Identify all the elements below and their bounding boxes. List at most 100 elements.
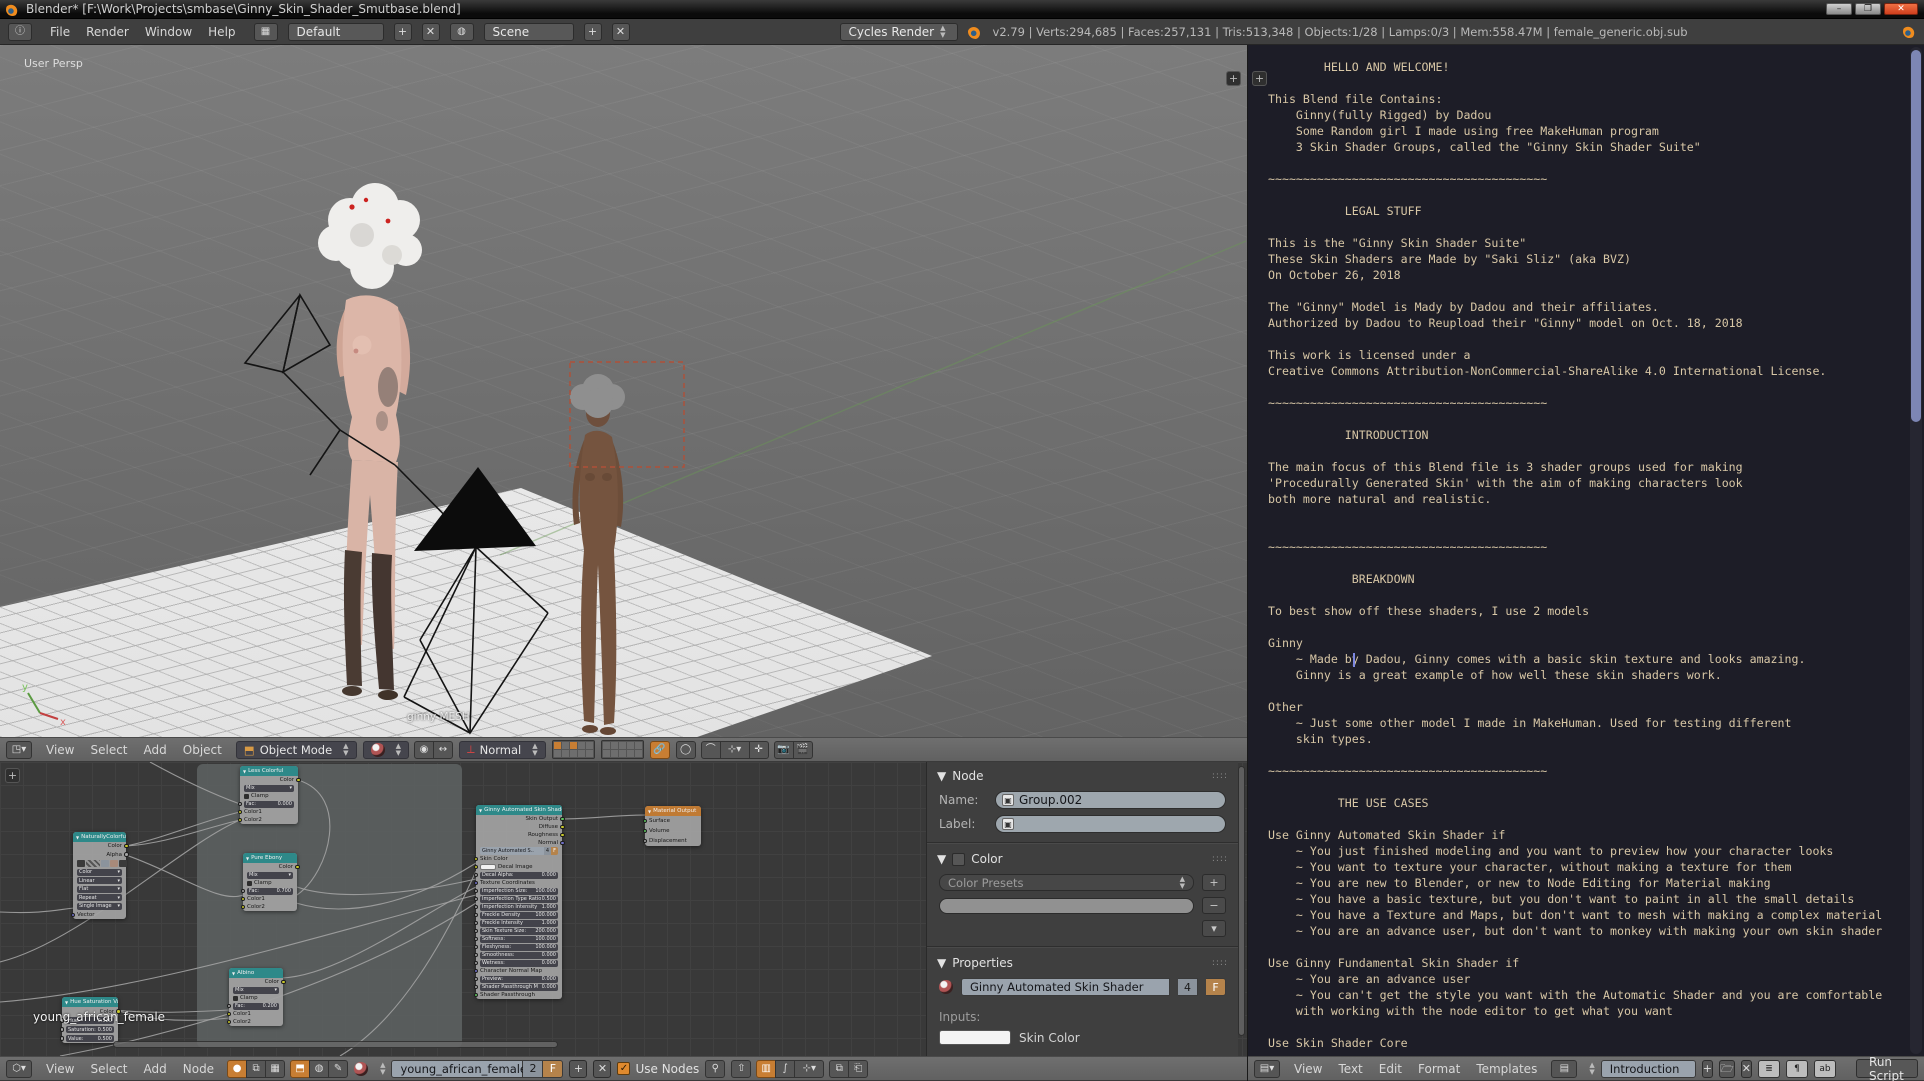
material-selector[interactable]: young_african_female 2 F bbox=[391, 1060, 563, 1078]
in-socket[interactable] bbox=[474, 961, 479, 966]
snap-element-icon[interactable]: ⊹▾ bbox=[720, 741, 750, 759]
color-section-header[interactable]: ▼ Color :::: bbox=[927, 845, 1238, 871]
snap-target-icon[interactable]: ✛ bbox=[749, 741, 769, 759]
in-socket[interactable] bbox=[238, 818, 243, 823]
compositing-nodes-icon[interactable]: ⧉ bbox=[246, 1060, 266, 1078]
proportional-edit-icon[interactable]: ◯ bbox=[676, 741, 696, 759]
info-editor-icon[interactable]: ⓘ bbox=[8, 23, 32, 41]
in-socket[interactable] bbox=[238, 802, 243, 807]
add-material-button[interactable]: + bbox=[569, 1060, 587, 1078]
node-title[interactable]: ▼Hue Saturation Val bbox=[62, 997, 118, 1007]
in-socket[interactable] bbox=[474, 945, 479, 950]
scene-selector[interactable]: Scene bbox=[484, 23, 574, 41]
node-editor-menu-add[interactable]: Add bbox=[136, 1060, 175, 1078]
in-socket[interactable] bbox=[474, 977, 479, 982]
syntax-highlight-toggle[interactable]: ab bbox=[1814, 1060, 1836, 1078]
open-text-button[interactable]: 🗁 bbox=[1719, 1060, 1735, 1078]
in-socket[interactable] bbox=[643, 819, 648, 824]
material-sphere-icon[interactable] bbox=[354, 1062, 368, 1076]
node-dd-single-image[interactable]: Single Image▾ bbox=[73, 902, 126, 911]
node-dd-linear[interactable]: Linear▾ bbox=[73, 876, 126, 885]
topbar-menu-render[interactable]: Render bbox=[78, 23, 137, 41]
in-socket[interactable] bbox=[474, 865, 479, 870]
world-context-icon[interactable]: ◍ bbox=[309, 1060, 329, 1078]
in-socket[interactable] bbox=[227, 1004, 232, 1009]
color-presets-dropdown[interactable]: Color Presets ▲▼ bbox=[939, 874, 1194, 891]
node-slider-fac-[interactable]: Fac:0.700 bbox=[243, 887, 297, 895]
in-socket[interactable] bbox=[474, 993, 479, 998]
viewport-3d[interactable]: y x User Persp ginny MESH + bbox=[0, 45, 1247, 737]
viewport-menu-add[interactable]: Add bbox=[136, 741, 175, 759]
in-socket[interactable] bbox=[474, 897, 479, 902]
in-socket[interactable] bbox=[474, 937, 479, 942]
word-wrap-toggle[interactable]: ¶ bbox=[1786, 1060, 1808, 1078]
node-title[interactable]: ▼Less Colorful bbox=[240, 766, 298, 776]
in-socket[interactable] bbox=[60, 1027, 65, 1032]
in-socket[interactable] bbox=[474, 921, 479, 926]
in-socket[interactable] bbox=[71, 913, 76, 918]
out-socket[interactable] bbox=[124, 852, 129, 857]
in-socket[interactable] bbox=[241, 905, 246, 910]
node-slider-imperfection-type-ratio[interactable]: Imperfection Type Ratio0.500 bbox=[476, 895, 562, 903]
layers-widget-left[interactable] bbox=[552, 740, 595, 759]
in-socket[interactable] bbox=[241, 897, 246, 902]
node-slider-preview-[interactable]: Preview:0.000 bbox=[476, 975, 562, 983]
out-socket[interactable] bbox=[296, 778, 301, 783]
node-chk-clamp[interactable]: Clamp bbox=[243, 879, 297, 887]
close-button[interactable]: ✕ bbox=[1884, 3, 1918, 15]
out-socket[interactable] bbox=[560, 817, 565, 822]
in-socket[interactable] bbox=[474, 985, 479, 990]
line-numbers-toggle[interactable]: ≣ bbox=[1758, 1060, 1780, 1078]
text-editor-menu-edit[interactable]: Edit bbox=[1371, 1060, 1410, 1078]
text-datablock-selector[interactable]: Introduction bbox=[1601, 1060, 1696, 1078]
node-editor-menu-view[interactable]: View bbox=[38, 1060, 82, 1078]
skin-color-swatch[interactable] bbox=[939, 1030, 1011, 1045]
topbar-menu-window[interactable]: Window bbox=[137, 23, 200, 41]
bone-triangle[interactable] bbox=[414, 467, 536, 551]
node-slider-fleshyness-[interactable]: Fleshyness:100.000 bbox=[476, 943, 562, 951]
shading-selector[interactable]: ▲▼ bbox=[363, 741, 409, 759]
node-title[interactable]: ▼NaturallyColorful bbox=[73, 832, 126, 842]
material-fake-user-button[interactable]: F bbox=[543, 1060, 563, 1078]
add-layout-button[interactable]: + bbox=[394, 23, 412, 41]
node-dd-flat[interactable]: Flat▾ bbox=[73, 885, 126, 894]
text-editor[interactable]: HELLO AND WELCOME! This Blend file Conta… bbox=[1247, 45, 1924, 1081]
in-socket[interactable] bbox=[238, 810, 243, 815]
in-socket[interactable] bbox=[643, 839, 648, 844]
copy-nodes-icon[interactable]: ⧉ bbox=[829, 1060, 849, 1078]
properties-section-header[interactable]: ▼ Properties :::: bbox=[927, 949, 1238, 975]
text-editor-menu-templates[interactable]: Templates bbox=[1468, 1060, 1545, 1078]
in-socket[interactable] bbox=[474, 905, 479, 910]
pivot-point-icon[interactable]: ◉ bbox=[414, 741, 434, 759]
node-dd-mix[interactable]: Mix▾ bbox=[243, 871, 297, 879]
pin-icon[interactable]: ⚲ bbox=[705, 1060, 725, 1078]
add-scene-button[interactable]: + bbox=[584, 23, 602, 41]
node-naturally-colorful[interactable]: ▼NaturallyColorfulColorAlphaColor▾Linear… bbox=[73, 832, 126, 919]
layers-widget-right[interactable] bbox=[601, 740, 644, 759]
object-context-icon[interactable]: ⬒ bbox=[290, 1060, 310, 1078]
node-slider-fac-[interactable]: Fac:0.000 bbox=[240, 800, 298, 808]
node-slider-freckle-density[interactable]: Freckle Density100.000 bbox=[476, 911, 562, 919]
node-slider-decal-alpha-[interactable]: Decal Alpha:0.000 bbox=[476, 871, 562, 879]
node-dd-mix[interactable]: Mix▾ bbox=[240, 784, 298, 792]
node-label-input[interactable]: ▣ bbox=[995, 815, 1226, 833]
node-editor-toolbar-expand-button[interactable]: + bbox=[5, 768, 20, 783]
node-section-header[interactable]: ▼ Node :::: bbox=[927, 762, 1238, 788]
node-slider-imperfection-size-[interactable]: Imperfection Size:100.000 bbox=[476, 887, 562, 895]
node-pure-ebony[interactable]: ▼Pure EbonyColorMix▾ClampFac:0.700Color1… bbox=[243, 853, 297, 911]
node-slider-shader-passthrough-m[interactable]: Shader Passthrough M0.000 bbox=[476, 983, 562, 991]
viewport-editor-type-icon[interactable]: ◳▾ bbox=[6, 741, 32, 759]
node-editor-type-icon[interactable]: ⬡▾ bbox=[6, 1060, 32, 1078]
in-socket[interactable] bbox=[643, 829, 648, 834]
backdrop-icon[interactable]: ▥ bbox=[756, 1060, 776, 1078]
node-sel-ginny-automated-s-[interactable]: Ginny Automated S..4F bbox=[476, 847, 562, 855]
snap-node-icon[interactable]: ⊹▾ bbox=[794, 1060, 824, 1078]
snap-magnet-icon[interactable]: ⌒ bbox=[701, 741, 721, 759]
remove-preset-button[interactable]: − bbox=[1202, 897, 1226, 914]
viewport-menu-select[interactable]: Select bbox=[82, 741, 135, 759]
model-ginny[interactable] bbox=[318, 183, 422, 700]
viewport-menu-view[interactable]: View bbox=[38, 741, 82, 759]
in-socket[interactable] bbox=[241, 889, 246, 894]
remove-layout-button[interactable]: ✕ bbox=[422, 23, 440, 41]
render-animation-icon[interactable]: 🎬 bbox=[793, 741, 813, 759]
